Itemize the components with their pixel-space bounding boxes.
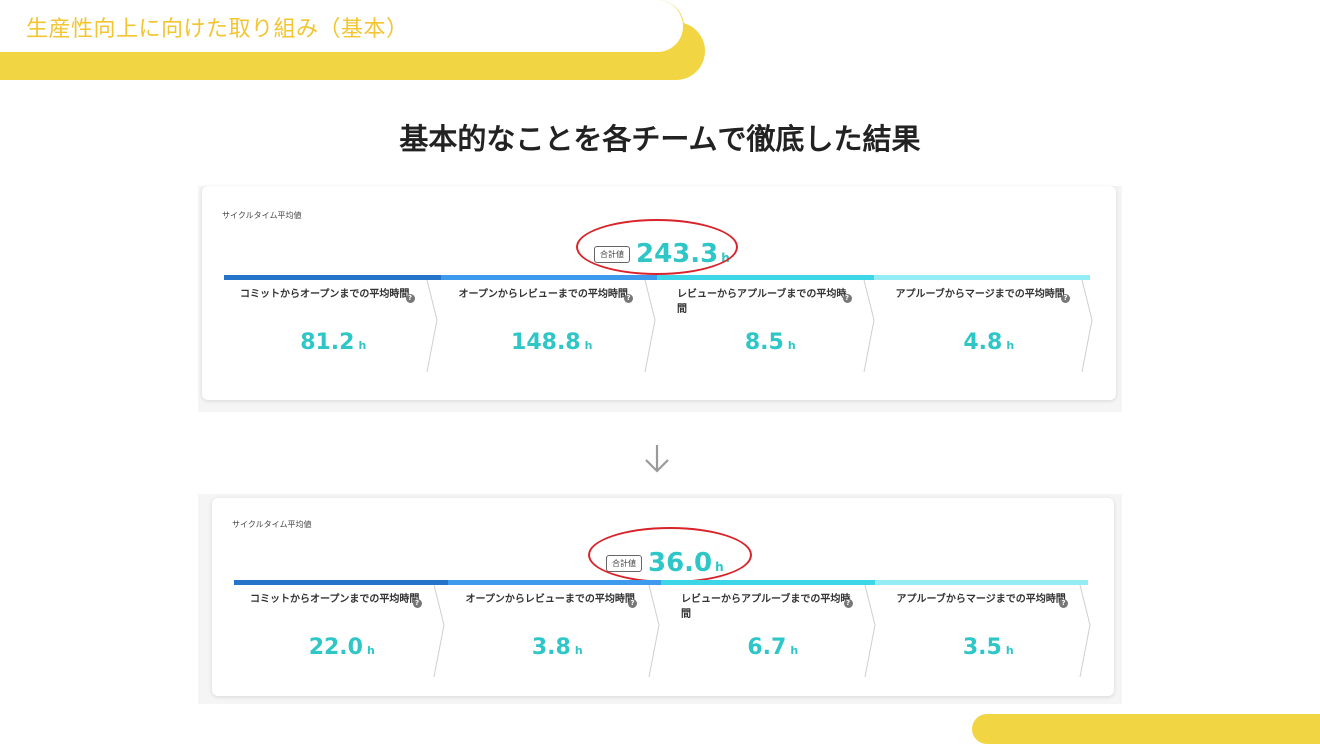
stage-readout: 3.5 h [881, 635, 1097, 660]
slide-headline: 基本的なことを各チームで徹底した結果 [399, 122, 921, 156]
highlight-circle [588, 527, 752, 583]
chevron-divider [1079, 585, 1091, 677]
stage-unit: h [1006, 339, 1015, 352]
after-cycle-time-card: サイクルタイム平均値 合計値 36.0 h コミットからオープンまでの平均時間 ?… [212, 498, 1114, 696]
help-icon[interactable]: ? [1061, 294, 1070, 303]
help-icon[interactable]: ? [405, 294, 415, 303]
stage-label: オープンからレビューまでの平均時間 [458, 289, 628, 300]
stage-readout: 22.0 h [234, 635, 450, 660]
stage-readout: 3.8 h [450, 635, 666, 660]
stage-unit: h [584, 339, 593, 352]
highlight-circle [576, 219, 738, 275]
stage-label: レビューからアプルーブまでの平均時間 [677, 289, 847, 315]
stage-value: 81.2 [300, 330, 355, 355]
stage-value: 3.5 [962, 635, 1002, 660]
stage-value: 4.8 [963, 330, 1003, 355]
stage-item: コミットからオープンまでの平均時間 ? 81.2 h [224, 280, 443, 372]
footer-accent-bar [972, 714, 1320, 744]
stage-unit: h [366, 644, 375, 657]
stage-readout: 148.8 h [443, 330, 662, 355]
stage-item: コミットからオープンまでの平均時間 ? 22.0 h [234, 585, 450, 677]
stage-label: レビューからアプルーブまでの平均時間 [681, 594, 851, 620]
stage-item: レビューからアプルーブまでの平均時間 ? 8.5 h [661, 280, 880, 372]
stage-value: 148.8 [511, 330, 581, 355]
stage-label: コミットからオープンまでの平均時間 [250, 594, 420, 605]
section-title: 生産性向上に向けた取り組み（基本） [26, 17, 409, 42]
stage-label: アプルーブからマージまでの平均時間 [895, 289, 1065, 300]
stage-readout: 6.7 h [665, 635, 881, 660]
stage-unit: h [1005, 644, 1014, 657]
stage-readout: 8.5 h [661, 330, 880, 355]
stage-unit: h [574, 644, 583, 657]
stage-label: コミットからオープンまでの平均時間 [240, 289, 410, 300]
stage-readout: 81.2 h [224, 330, 443, 355]
help-icon[interactable]: ? [628, 599, 637, 608]
stage-value: 3.8 [531, 635, 571, 660]
before-cycle-time-card: サイクルタイム平均値 合計値 243.3 h コミットからオープンまでの平均時間 … [202, 186, 1116, 400]
stage-list: コミットからオープンまでの平均時間 ? 22.0 h オープンからレビューまでの平… [234, 585, 1096, 677]
stage-item: アプルーブからマージまでの平均時間 ? 3.5 h [881, 585, 1097, 677]
header-tab: 生産性向上に向けた取り組み（基本） [0, 0, 684, 53]
help-icon[interactable]: ? [412, 599, 422, 608]
stage-label: オープンからレビューまでの平均時間 [465, 594, 635, 605]
stage-value: 6.7 [747, 635, 787, 660]
help-icon[interactable]: ? [842, 294, 852, 303]
stage-item: オープンからレビューまでの平均時間 ? 148.8 h [443, 280, 662, 372]
stage-unit: h [358, 339, 367, 352]
stage-value: 8.5 [744, 330, 784, 355]
stage-value: 22.0 [308, 635, 363, 660]
help-icon[interactable]: ? [1059, 599, 1068, 608]
cycle-time-label: サイクルタイム平均値 [232, 520, 312, 529]
stage-item: アプルーブからマージまでの平均時間 ? 4.8 h [880, 280, 1099, 372]
stage-unit: h [787, 339, 796, 352]
stage-item: オープンからレビューまでの平均時間 ? 3.8 h [450, 585, 666, 677]
help-icon[interactable]: ? [843, 599, 853, 608]
help-icon[interactable]: ? [624, 294, 633, 303]
cycle-time-label: サイクルタイム平均値 [222, 211, 302, 220]
stage-readout: 4.8 h [880, 330, 1099, 355]
stage-list: コミットからオープンまでの平均時間 ? 81.2 h オープンからレビューまでの平… [224, 280, 1098, 372]
stage-label: アプルーブからマージまでの平均時間 [896, 594, 1066, 605]
arrow-down-icon [645, 445, 669, 473]
chevron-divider [1081, 280, 1093, 372]
stage-item: レビューからアプルーブまでの平均時間 ? 6.7 h [665, 585, 881, 677]
stage-unit: h [790, 644, 799, 657]
